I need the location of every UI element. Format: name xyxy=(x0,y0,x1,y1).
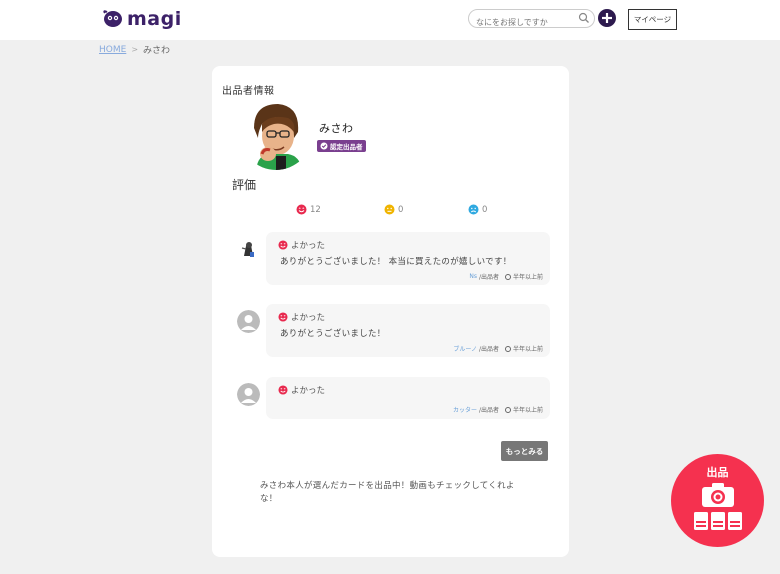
breadcrumb-separator: > xyxy=(131,45,139,54)
breadcrumb-home-link[interactable]: HOME xyxy=(99,45,126,55)
review-rating-label: よかった xyxy=(291,386,326,396)
reviewer-avatar[interactable] xyxy=(237,310,260,333)
magi-logo[interactable]: magi xyxy=(102,8,182,30)
good-face-icon xyxy=(278,240,288,250)
check-circle-icon xyxy=(320,142,328,150)
review-bubble: よかった ありがとうございました！ 本当に買えたのが嬉しいです！ Ns /出品者… xyxy=(266,232,550,285)
search-input[interactable] xyxy=(469,14,574,31)
reviewer-role: /出品者 xyxy=(478,407,499,414)
show-more-button[interactable]: もっとみる xyxy=(501,441,548,461)
review-bubble: よかった ありがとうございました！ ブルーノ /出品者 半年以上前 xyxy=(266,304,550,357)
rating-neutral: 0 xyxy=(384,204,403,215)
good-face-icon xyxy=(296,204,307,215)
search-box[interactable] xyxy=(468,9,595,31)
seller-portrait-image xyxy=(240,98,312,170)
review-time: 半年以上前 xyxy=(512,274,543,281)
reviewer-name-link[interactable]: Ns xyxy=(469,273,477,280)
review-rating-label: よかった xyxy=(291,241,326,251)
clock-icon xyxy=(504,406,511,413)
reviewer-name-link[interactable]: カッター xyxy=(453,405,477,414)
reviewer-avatar-image xyxy=(237,238,260,261)
review-meta: Ns /出品者 半年以上前 xyxy=(469,272,543,281)
rating-good: 12 xyxy=(296,204,321,215)
review-bubble: よかった カッター /出品者 半年以上前 xyxy=(266,377,550,419)
seller-avatar xyxy=(240,98,312,170)
seller-info-card: 出品者情報 みさわ 認定出品者 評価 12 0 0 よかった ありがとうございま… xyxy=(212,66,569,557)
clock-icon xyxy=(504,273,511,280)
rating-bad-count: 0 xyxy=(482,204,488,215)
sell-button-label: 出品 xyxy=(706,466,729,479)
review-meta: ブルーノ /出品者 半年以上前 xyxy=(453,344,543,353)
review-rating-label: よかった xyxy=(291,313,326,323)
ratings-title: 評価 xyxy=(232,178,257,192)
breadcrumb-current: みさわ xyxy=(143,46,171,56)
review-time: 半年以上前 xyxy=(512,346,543,353)
site-header: magi マイページ xyxy=(0,0,780,40)
review-text: ありがとうございました！ xyxy=(280,329,386,339)
review-rating: よかった xyxy=(278,239,325,251)
verified-badge-label: 認定出品者 xyxy=(330,143,363,151)
seller-profile-text: みさわ本人が選んだカードを出品中！動画もチェックしてくれよな！ xyxy=(260,481,515,504)
plus-icon xyxy=(602,13,612,23)
seller-name: みさわ xyxy=(319,122,354,135)
reviewer-role: /出品者 xyxy=(478,274,499,281)
rating-neutral-count: 0 xyxy=(398,204,404,215)
reviewer-name-link[interactable]: ブルーノ xyxy=(453,344,477,353)
reviewer-avatar[interactable] xyxy=(237,383,260,406)
review-rating: よかった xyxy=(278,311,325,323)
mypage-button[interactable]: マイページ xyxy=(628,9,677,30)
verified-seller-badge: 認定出品者 xyxy=(317,140,366,152)
add-listing-button[interactable] xyxy=(598,9,616,27)
cards-icon xyxy=(694,512,742,530)
clock-icon xyxy=(504,345,511,352)
rating-bad: 0 xyxy=(468,204,487,215)
review-time: 半年以上前 xyxy=(512,407,543,414)
review-rating: よかった xyxy=(278,384,325,396)
sell-button[interactable]: 出品 xyxy=(671,454,764,547)
logo-text: magi xyxy=(127,8,182,30)
magi-logo-icon xyxy=(103,10,122,27)
neutral-face-icon xyxy=(384,204,395,215)
search-icon[interactable] xyxy=(578,12,590,24)
no-image-avatar-icon xyxy=(237,383,260,406)
section-title: 出品者情報 xyxy=(222,86,275,97)
breadcrumb: HOME > みさわ xyxy=(99,43,171,57)
bad-face-icon xyxy=(468,204,479,215)
review-text: ありがとうございました！ 本当に買えたのが嬉しいです！ xyxy=(280,257,512,267)
camera-icon xyxy=(702,483,734,507)
good-face-icon xyxy=(278,312,288,322)
reviewer-role: /出品者 xyxy=(478,346,499,353)
good-face-icon xyxy=(278,385,288,395)
reviewer-avatar[interactable] xyxy=(237,238,260,261)
rating-good-count: 12 xyxy=(310,204,321,215)
review-meta: カッター /出品者 半年以上前 xyxy=(453,405,543,414)
no-image-avatar-icon xyxy=(237,310,260,333)
